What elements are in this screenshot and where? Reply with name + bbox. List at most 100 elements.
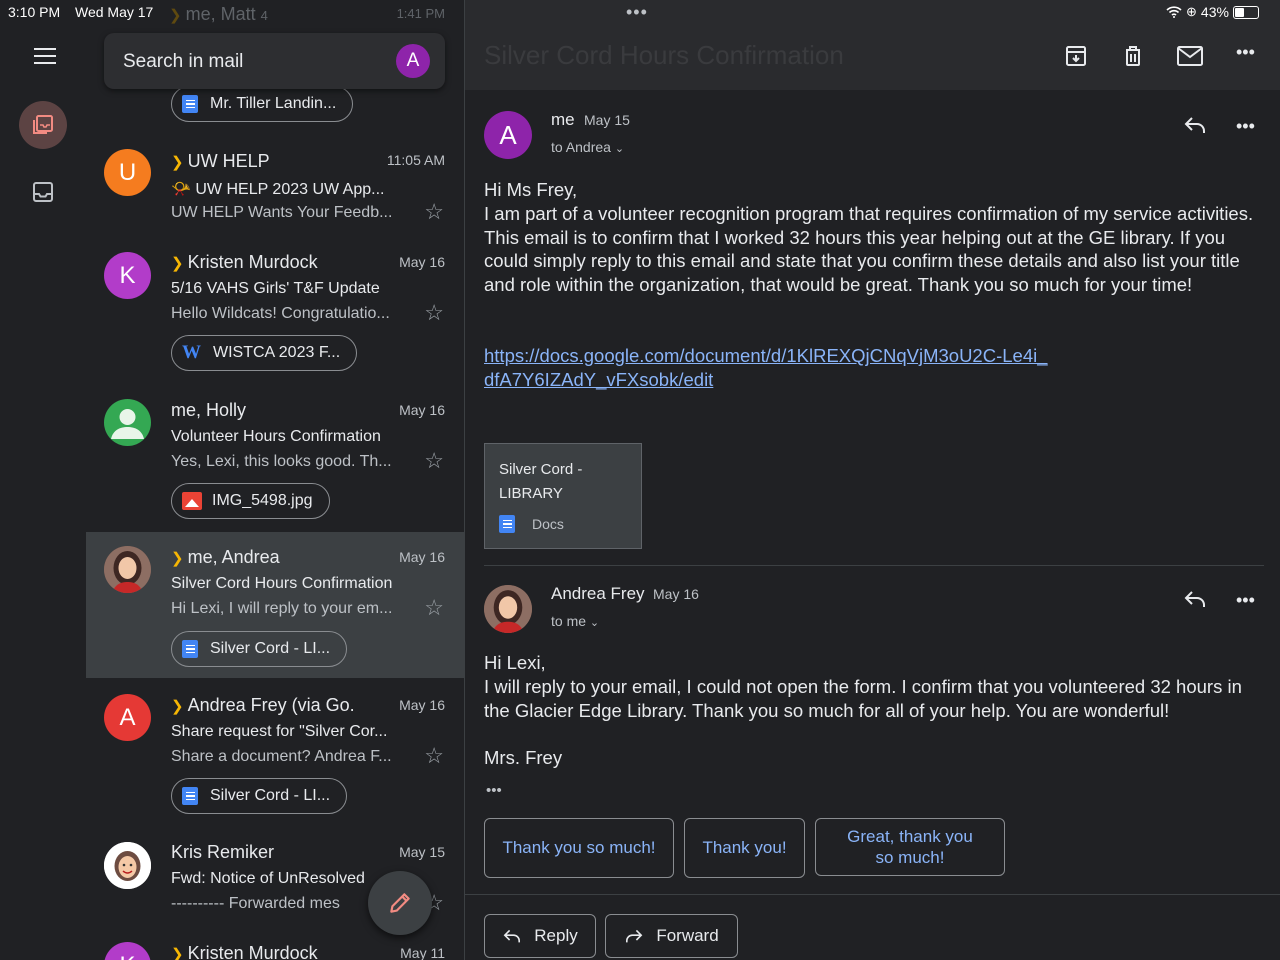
partial-date: 1:41 PM <box>396 6 445 21</box>
list-item[interactable]: K ❯Kristen Murdock May 11 <box>86 930 464 960</box>
list-item[interactable]: U ❯ UW HELP 11:05 AM 📯 UW HELP 2023 UW Ap… <box>86 136 464 236</box>
reply-arrow-icon <box>503 929 521 943</box>
attachment-label: WISTCA 2023 F... <box>213 344 341 361</box>
avatar <box>104 399 151 446</box>
status-time: 3:10 PM <box>8 4 61 20</box>
document-link[interactable]: https://docs.google.com/document/d/1KlRE… <box>484 344 1264 391</box>
chevron-down-icon: ⌄ <box>589 617 600 629</box>
attachment-chip[interactable]: IMG_5498.jpg <box>171 483 330 519</box>
sender: me, Holly <box>171 400 247 420</box>
sender-avatar <box>484 585 532 633</box>
navigation-rail <box>0 0 86 960</box>
important-marker-icon: ❯ <box>171 550 184 567</box>
important-marker-icon: ❯ <box>171 255 184 272</box>
attachment-chip[interactable]: W WISTCA 2023 F... <box>171 335 358 371</box>
mark-unread-icon[interactable] <box>1176 44 1204 73</box>
date: May 16 <box>399 254 445 270</box>
message-more-icon[interactable]: ••• <box>1236 590 1255 611</box>
multitask-dots-icon[interactable]: ••• <box>626 2 648 23</box>
message-greeting: Hi Ms Frey, <box>484 179 578 200</box>
forward-label: Forward <box>656 926 719 945</box>
pencil-icon <box>390 893 410 913</box>
docs-icon <box>182 787 198 805</box>
list-item[interactable]: A ❯ Andrea Frey (via Go. May 16 Share req… <box>86 682 464 828</box>
account-avatar[interactable]: A <box>396 44 430 78</box>
recipients-label: to me <box>551 613 587 629</box>
date: May 11 <box>400 945 445 960</box>
search-input[interactable]: Search in mail <box>123 51 243 73</box>
subject: Fwd: Notice of UnResolved <box>171 870 365 887</box>
star-icon[interactable]: ☆ <box>424 743 444 769</box>
attachment-title: Silver Cord - LIBRARY <box>499 461 583 502</box>
attachment-type: Docs <box>532 516 564 532</box>
snippet: Yes, Lexi, this looks good. Th... <box>171 453 392 470</box>
profile-photo <box>104 546 151 593</box>
list-item-selected[interactable]: ❯ me, Andrea May 16 Silver Cord Hours Con… <box>86 532 464 678</box>
sender: Kris Remiker <box>171 842 275 862</box>
docs-icon <box>182 95 198 113</box>
forward-button[interactable]: Forward <box>605 914 738 958</box>
star-icon[interactable]: ☆ <box>424 448 444 474</box>
inbox-icon[interactable] <box>19 168 67 216</box>
docs-icon <box>182 640 198 658</box>
snippet: Hi Lexi, I will reply to your em... <box>171 600 393 617</box>
snippet: Hello Wildcats! Congratulatio... <box>171 305 390 322</box>
snippet: Share a document? Andrea F... <box>171 748 392 765</box>
docs-icon <box>499 515 515 533</box>
attachment-chip[interactable]: Mr. Tiller Landin... <box>171 86 354 122</box>
subject: 5/16 VAHS Girls' T&F Update <box>171 280 380 297</box>
link-line[interactable]: dfA7Y6IZAdY_vFXsobk/edit <box>484 369 713 390</box>
archive-icon[interactable] <box>1064 44 1088 73</box>
subject: Volunteer Hours Confirmation <box>171 428 381 445</box>
attachment-chip[interactable]: Silver Cord - LI... <box>171 778 348 814</box>
battery-percent: 43% <box>1200 4 1229 20</box>
subject: Silver Cord Hours Confirmation <box>171 575 393 592</box>
avatar <box>104 842 151 889</box>
smart-reply-button[interactable]: Great, thank you so much! <box>815 818 1005 876</box>
recipients-toggle[interactable]: to Andrea ⌄ <box>551 139 624 155</box>
avatar: U <box>104 149 151 196</box>
status-icons: ⊕ 43% <box>1166 4 1259 20</box>
list-item[interactable]: me, Holly May 16 Volunteer Hours Confirm… <box>86 388 464 528</box>
bottom-divider <box>465 894 1280 895</box>
reply-icon[interactable] <box>1183 115 1207 140</box>
avatar: K <box>104 252 151 299</box>
message-more-icon[interactable]: ••• <box>1236 116 1255 137</box>
delete-icon[interactable] <box>1121 44 1145 73</box>
date: May 15 <box>399 844 445 860</box>
sender: ❯ me, Andrea <box>171 547 280 567</box>
attachment-label: Mr. Tiller Landin... <box>210 95 337 112</box>
important-marker-icon: ❯ <box>171 698 184 715</box>
avatar: K <box>104 942 151 960</box>
star-icon[interactable]: ☆ <box>424 595 444 621</box>
all-inboxes-icon[interactable] <box>19 101 67 149</box>
smart-reply-button[interactable]: Thank you! <box>684 818 805 878</box>
attachment-label: IMG_5498.jpg <box>212 492 313 509</box>
recipients-label: to Andrea <box>551 139 611 155</box>
email-list: ❯ me, Matt 4 1:41 PM Mr. Tiller Landin...… <box>86 0 464 960</box>
important-marker-icon: ❯ <box>171 946 184 960</box>
link-line[interactable]: https://docs.google.com/document/d/1KlRE… <box>484 345 1048 366</box>
avatar: A <box>104 694 151 741</box>
list-item[interactable]: K ❯ Kristen Murdock May 16 5/16 VAHS Girl… <box>86 240 464 382</box>
battery-icon <box>1232 5 1259 19</box>
star-icon[interactable]: ☆ <box>424 199 444 225</box>
recipients-toggle[interactable]: to me ⌄ <box>551 613 599 629</box>
forward-arrow-icon <box>626 929 643 943</box>
attachment-chip[interactable]: Silver Cord - LI... <box>171 631 348 667</box>
reply-button[interactable]: Reply <box>484 914 596 958</box>
date: 11:05 AM <box>386 152 445 168</box>
reply-icon[interactable] <box>1183 589 1207 614</box>
attachment-card[interactable]: Silver Cord - LIBRARY Docs <box>484 443 642 549</box>
important-marker-icon: ❯ <box>171 154 184 171</box>
date: May 16 <box>399 549 445 565</box>
message-date: May 16 <box>653 586 699 602</box>
message-sender: me <box>551 110 575 129</box>
star-icon[interactable]: ☆ <box>424 300 444 326</box>
menu-icon[interactable] <box>34 48 56 64</box>
compose-button[interactable] <box>368 871 432 935</box>
smart-reply-button[interactable]: Thank you so much! <box>484 818 674 878</box>
show-trimmed-icon[interactable]: ••• <box>486 782 502 799</box>
more-options-icon[interactable]: ••• <box>1236 42 1255 63</box>
search-bar[interactable]: Search in mail A <box>104 33 445 89</box>
